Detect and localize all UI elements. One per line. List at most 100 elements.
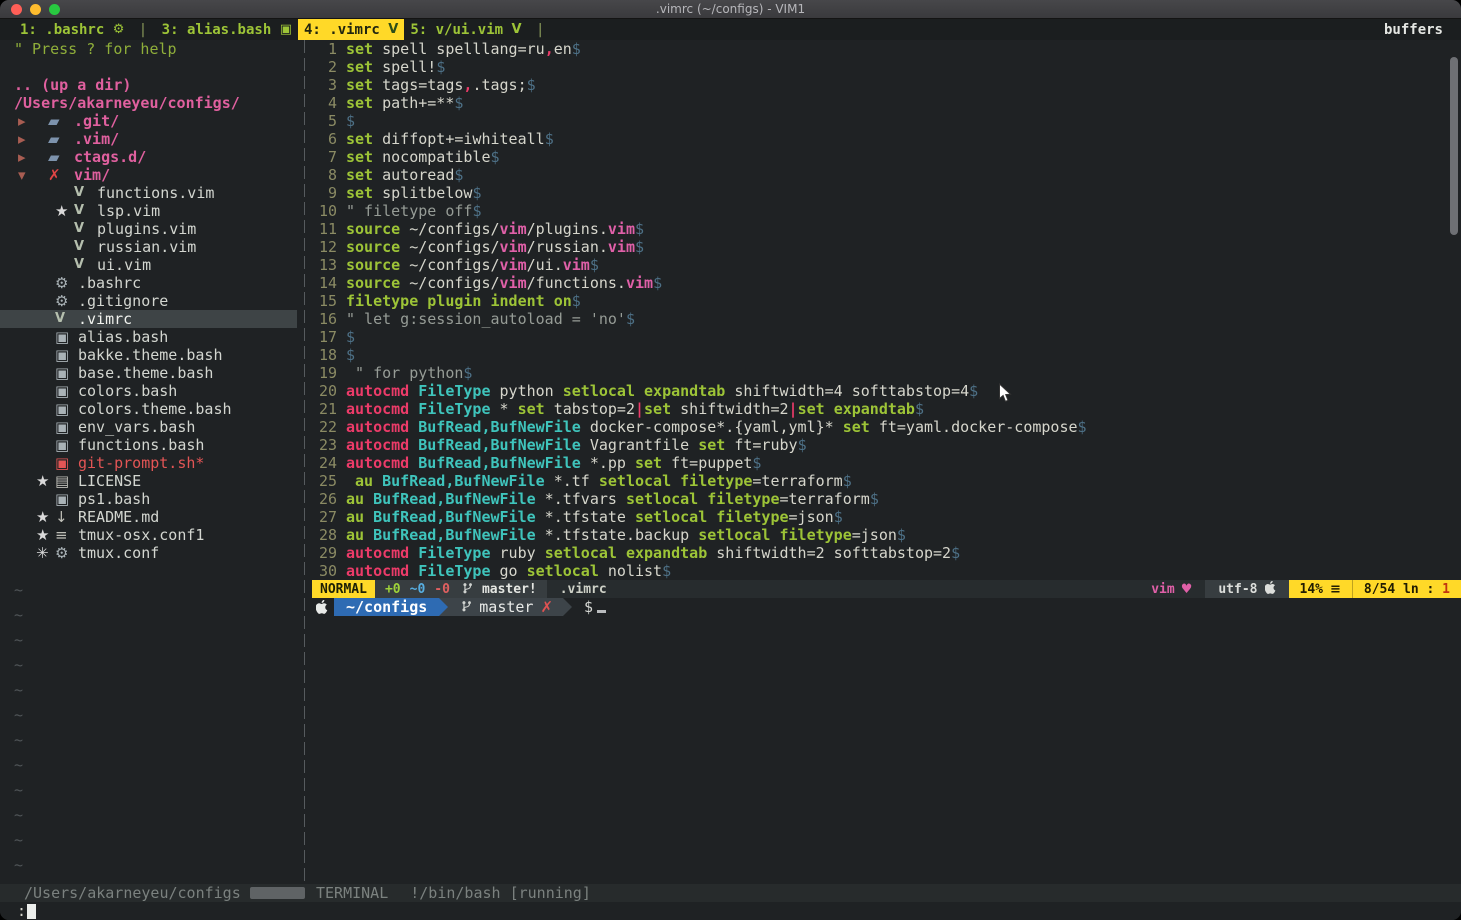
code-line-22[interactable]: 22autocmd BufRead,BufNewFile docker-comp… <box>312 418 1461 436</box>
empty-line-tilde: ~ <box>0 678 297 703</box>
tree-item-git-prompt.sh*[interactable]: ▣git-prompt.sh* <box>0 454 297 472</box>
code-line-30[interactable]: 30autocmd FileType go setlocal nolist$ <box>312 562 1461 580</box>
tree-item-colors.theme.bash[interactable]: ▣colors.theme.bash <box>0 400 297 418</box>
code-line-5[interactable]: 5$ <box>312 112 1461 130</box>
tree-item-colors.bash[interactable]: ▣colors.bash <box>0 382 297 400</box>
window-split-separator[interactable] <box>297 40 312 884</box>
code-line-2[interactable]: 2set spell!$ <box>312 58 1461 76</box>
tree-item-base.theme.bash[interactable]: ▣base.theme.bash <box>0 364 297 382</box>
tree-item-bakke.theme.bash[interactable]: ▣bakke.theme.bash <box>0 346 297 364</box>
tree-item-russian.vim[interactable]: Vrussian.vim <box>0 238 297 256</box>
code-line-1[interactable]: 1set spell spelllang=ru,en$ <box>312 40 1461 58</box>
tab-label: 3: alias.bash <box>162 22 280 38</box>
line-text: source ~/configs/vim/functions.vim$ <box>346 274 662 292</box>
command-line[interactable]: : <box>0 902 1461 920</box>
tree-item-.gitignore[interactable]: ⚙.gitignore <box>0 292 297 310</box>
tree-item-env_vars.bash[interactable]: ▣env_vars.bash <box>0 418 297 436</box>
doc-file-icon: ▤ <box>55 472 78 490</box>
zoom-button[interactable] <box>49 4 60 15</box>
line-number: 12 <box>312 238 346 256</box>
code-line-26[interactable]: 26au BufRead,BufNewFile *.tfvars setloca… <box>312 490 1461 508</box>
tree-item-functions.bash[interactable]: ▣functions.bash <box>0 436 297 454</box>
tab-3: alias.bash[interactable]: 3: alias.bash ▣ <box>156 19 298 40</box>
line-number: 4 <box>312 94 346 112</box>
tree-item-.git/[interactable]: ▸▰.git/ <box>0 112 297 130</box>
collapsed-arrow-icon: ▸ <box>18 112 48 130</box>
code-line-25[interactable]: 25 au BufRead,BufNewFile *.tf setlocal f… <box>312 472 1461 490</box>
line-text: set tags=tags,.tags;$ <box>346 76 536 94</box>
titlebar[interactable]: .vimrc (~/configs) - VIM1 <box>0 0 1461 19</box>
tree-item-ui.vim[interactable]: Vui.vim <box>0 256 297 274</box>
code-line-17[interactable]: 17$ <box>312 328 1461 346</box>
close-button[interactable] <box>11 4 22 15</box>
minimize-button[interactable] <box>30 4 41 15</box>
tree-item-.bashrc[interactable]: ⚙.bashrc <box>0 274 297 292</box>
vim-file-icon: V <box>74 256 97 274</box>
tab-4: .vimrc[interactable]: 4: .vimrc V <box>298 19 404 40</box>
tree-item-ps1.bash[interactable]: ▣ps1.bash <box>0 490 297 508</box>
code-line-24[interactable]: 24autocmd BufRead,BufNewFile *.pp set ft… <box>312 454 1461 472</box>
code-line-29[interactable]: 29autocmd FileType ruby setlocal expandt… <box>312 544 1461 562</box>
macos-scrollbar-thumb[interactable] <box>1450 57 1458 235</box>
tree-item-.vimrc[interactable]: V.vimrc <box>0 310 297 328</box>
tree-item-vim/[interactable]: ▾✗vim/ <box>0 166 297 184</box>
scroll-indicator-thumb[interactable] <box>250 887 305 899</box>
code-line-3[interactable]: 3set tags=tags,.tags;$ <box>312 76 1461 94</box>
code-line-18[interactable]: 18$ <box>312 346 1461 364</box>
code-line-8[interactable]: 8set autoread$ <box>312 166 1461 184</box>
encoding-indicator: utf-8 <box>1205 580 1288 598</box>
code-line-7[interactable]: 7set nocompatible$ <box>312 148 1461 166</box>
line-text: autocmd BufRead,BufNewFile docker-compos… <box>346 418 1087 436</box>
tree-item-alias.bash[interactable]: ▣alias.bash <box>0 328 297 346</box>
code-line-21[interactable]: 21autocmd FileType * set tabstop=2|set s… <box>312 400 1461 418</box>
code-line-14[interactable]: 14source ~/configs/vim/functions.vim$ <box>312 274 1461 292</box>
tree-item-README.md[interactable]: ★↓README.md <box>0 508 297 526</box>
code-line-13[interactable]: 13source ~/configs/vim/ui.vim$ <box>312 256 1461 274</box>
code-line-4[interactable]: 4set path+=**$ <box>312 94 1461 112</box>
nerdtree-updir[interactable]: .. (up a dir) <box>0 76 297 94</box>
code-line-16[interactable]: 16" let g:session_autoload = 'no'$ <box>312 310 1461 328</box>
tree-item-ctags.d/[interactable]: ▸▰ctags.d/ <box>0 148 297 166</box>
prompt-branch: master <box>479 598 533 616</box>
tree-item-tmux-osx.conf1[interactable]: ★≡tmux-osx.conf1 <box>0 526 297 544</box>
code-line-27[interactable]: 27au BufRead,BufNewFile *.tfstate setloc… <box>312 508 1461 526</box>
line-text: $ <box>346 346 355 364</box>
line-text: $ <box>346 112 355 130</box>
tree-item-functions.vim[interactable]: Vfunctions.vim <box>0 184 297 202</box>
code-line-15[interactable]: 15filetype plugin indent on$ <box>312 292 1461 310</box>
terminal-output-area[interactable] <box>312 616 1461 884</box>
code-editor[interactable]: 1set spell spelllang=ru,en$2set spell!$3… <box>312 40 1461 580</box>
line-number: 28 <box>312 526 346 544</box>
file-flag-icon <box>36 328 55 346</box>
encoding-label: utf-8 <box>1218 582 1257 597</box>
code-line-9[interactable]: 9set splitbelow$ <box>312 184 1461 202</box>
code-line-23[interactable]: 23autocmd BufRead,BufNewFile Vagrantfile… <box>312 436 1461 454</box>
pos-space <box>1434 582 1442 597</box>
tree-item-plugins.vim[interactable]: Vplugins.vim <box>0 220 297 238</box>
tab-5: v/ui.vim[interactable]: 5: v/ui.vim V <box>404 19 527 40</box>
code-line-19[interactable]: 19 " for python$ <box>312 364 1461 382</box>
code-line-6[interactable]: 6set diffopt+=iwhiteall$ <box>312 130 1461 148</box>
code-line-20[interactable]: 20autocmd FileType python setlocal expan… <box>312 382 1461 400</box>
tree-item-label: ctags.d/ <box>74 148 146 166</box>
line-text: filetype plugin indent on$ <box>346 292 581 310</box>
code-line-10[interactable]: 10" filetype off$ <box>312 202 1461 220</box>
code-line-28[interactable]: 28au BufRead,BufNewFile *.tfstate.backup… <box>312 526 1461 544</box>
tab-1: .bashrc[interactable]: 1: .bashrc ⚙ <box>14 19 130 40</box>
gear-file-icon: ⚙ <box>55 292 78 310</box>
shell-file-icon: ▣ <box>55 418 78 436</box>
powerline-arrow <box>563 598 572 616</box>
code-line-12[interactable]: 12source ~/configs/vim/russian.vim$ <box>312 238 1461 256</box>
code-line-11[interactable]: 11source ~/configs/vim/plugins.vim$ <box>312 220 1461 238</box>
tree-item-LICENSE[interactable]: ★▤LICENSE <box>0 472 297 490</box>
line-text: set autoread$ <box>346 166 463 184</box>
tree-item-lsp.vim[interactable]: ★Vlsp.vim <box>0 202 297 220</box>
shell-file-icon: ▣ <box>55 382 78 400</box>
nerdtree-root[interactable]: /Users/akarneyeu/configs/ <box>0 94 297 112</box>
percent-label: 14% <box>1300 582 1323 597</box>
terminal-prompt[interactable]: ~/configs master ✗ $ <box>312 598 1461 616</box>
tree-item-tmux.conf[interactable]: ✳⚙tmux.conf <box>0 544 297 562</box>
nerdtree-list: ▸▰.git/▸▰.vim/▸▰ctags.d/▾✗vim/Vfunctions… <box>0 112 297 562</box>
vim-icon: V <box>388 22 398 37</box>
tree-item-.vim/[interactable]: ▸▰.vim/ <box>0 130 297 148</box>
